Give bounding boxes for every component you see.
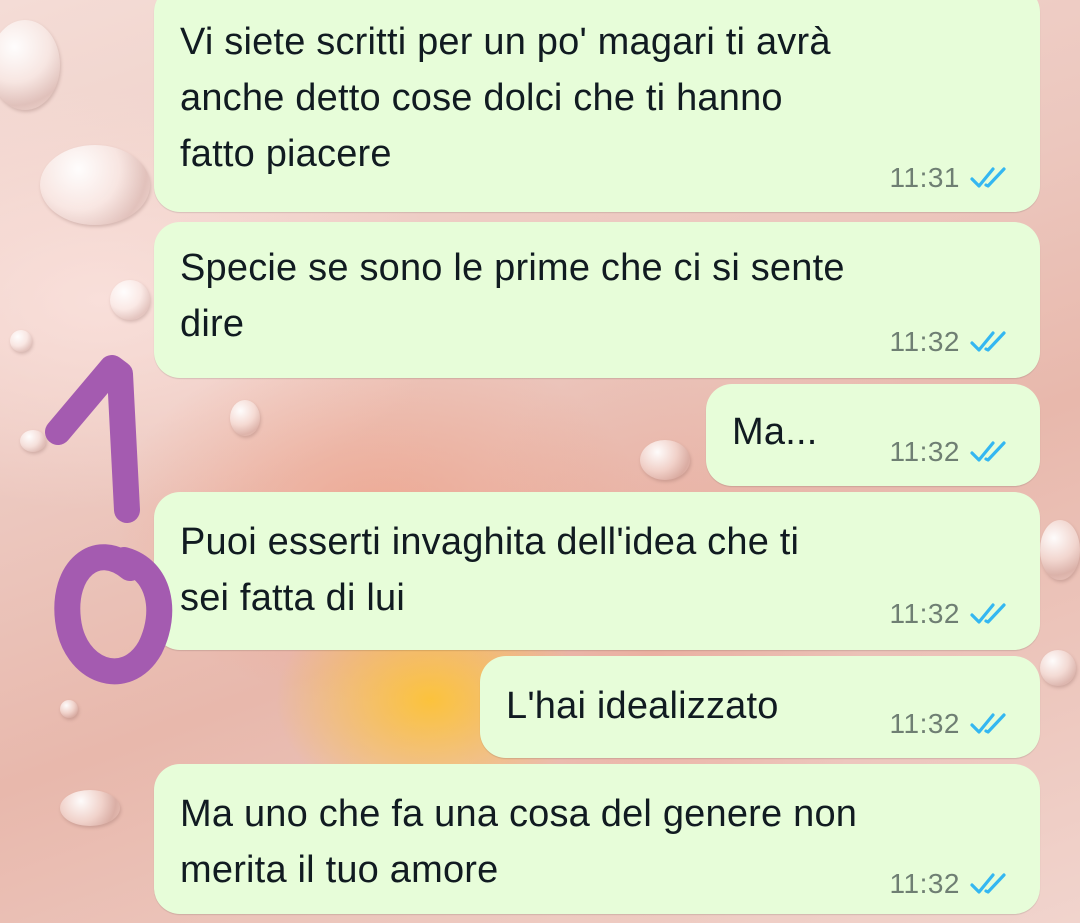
water-drop-decoration [1040,650,1076,686]
message-time: 11:32 [889,708,960,739]
message-bubble[interactable]: Ma... 11:32 [706,384,1040,486]
read-double-check-icon [970,712,1012,736]
message-text: Ma uno che fa una cosa del genere non me… [180,793,858,891]
message-meta: 11:31 [890,162,1013,194]
handwritten-one-stroke [45,355,140,523]
message-text: L'hai idealizzato [506,685,779,727]
message-meta: 11:32 [890,326,1013,358]
message-text: Vi siete scritti per un po' magari ti av… [180,21,831,175]
message-text: Puoi esserti invaghita dell'idea che ti … [180,521,800,619]
water-drop-decoration [230,400,260,436]
read-double-check-icon [970,440,1012,464]
read-double-check-icon [970,330,1012,354]
message-meta: 11:32 [890,598,1013,630]
message-bubble[interactable]: Vi siete scritti per un po' magari ti av… [154,0,1040,212]
read-double-check-icon [970,602,1012,626]
message-meta: 11:32 [890,436,1013,468]
message-bubble[interactable]: Specie se sono le prime che ci si sente … [154,222,1040,378]
message-time: 11:31 [889,162,960,193]
read-double-check-icon [970,166,1012,190]
message-bubble[interactable]: Puoi esserti invaghita dell'idea che ti … [154,492,1040,650]
water-drop-decoration [1040,520,1080,580]
message-meta: 11:32 [890,868,1013,900]
message-meta: 11:32 [890,708,1013,740]
handwritten-annotation [45,355,173,685]
read-double-check-icon [970,872,1012,896]
message-text: Ma... [732,411,818,453]
message-time: 11:32 [889,868,960,899]
message-text: Specie se sono le prime che ci si sente … [180,247,845,345]
handwritten-zero-stroke [54,544,173,685]
water-drop-decoration [640,440,690,480]
message-time: 11:32 [889,326,960,357]
message-bubble[interactable]: Ma uno che fa una cosa del genere non me… [154,764,1040,914]
message-time: 11:32 [889,598,960,629]
message-time: 11:32 [889,436,960,467]
message-bubble[interactable]: L'hai idealizzato 11:32 [480,656,1040,758]
